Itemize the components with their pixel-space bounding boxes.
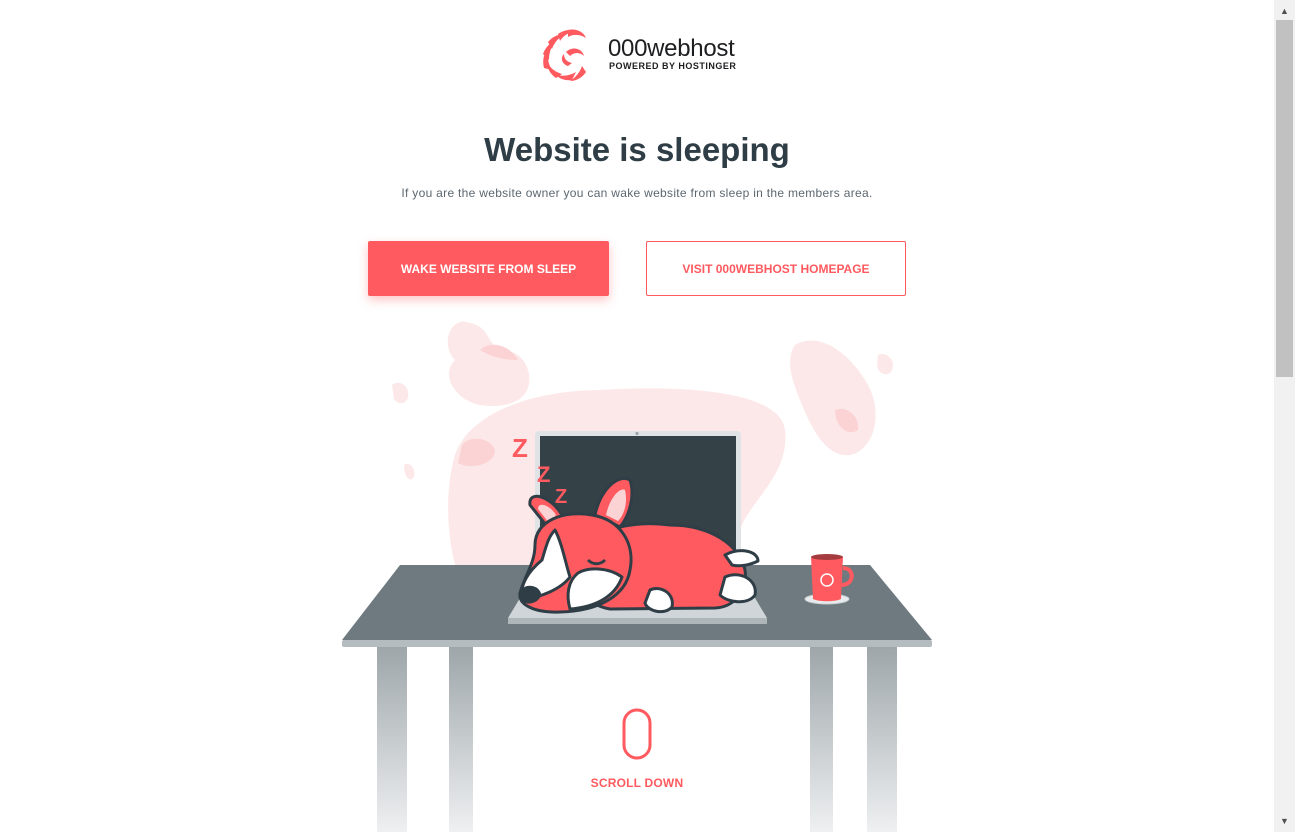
vertical-scrollbar[interactable]: ▲ ▼ <box>1274 0 1295 832</box>
scroll-down-label: SCROLL DOWN <box>590 776 684 790</box>
scroll-down-link[interactable]: SCROLL DOWN <box>586 708 688 798</box>
visit-homepage-button[interactable]: VISIT 000WEBHOST HOMEPAGE <box>646 241 906 296</box>
svg-text:Z: Z <box>555 486 567 508</box>
scroll-down-arrow-icon[interactable]: ▼ <box>1274 813 1295 830</box>
page-title: Website is sleeping <box>484 131 790 168</box>
page-subtitle: If you are the website owner you can wak… <box>401 186 873 200</box>
svg-text:Z: Z <box>537 462 550 487</box>
brand-logo[interactable]: 000webhost POWERED BY HOSTINGER <box>538 26 738 82</box>
logo-swirl-icon <box>543 29 586 81</box>
brand-name: 000webhost <box>608 35 735 62</box>
svg-text:Z: Z <box>512 433 528 463</box>
scroll-up-arrow-icon[interactable]: ▲ <box>1274 3 1295 20</box>
brand-tagline: POWERED BY HOSTINGER <box>609 61 737 71</box>
mouse-icon <box>622 708 652 760</box>
wake-website-button[interactable]: WAKE WEBSITE FROM SLEEP <box>368 241 609 296</box>
scrollbar-thumb[interactable] <box>1276 20 1293 377</box>
